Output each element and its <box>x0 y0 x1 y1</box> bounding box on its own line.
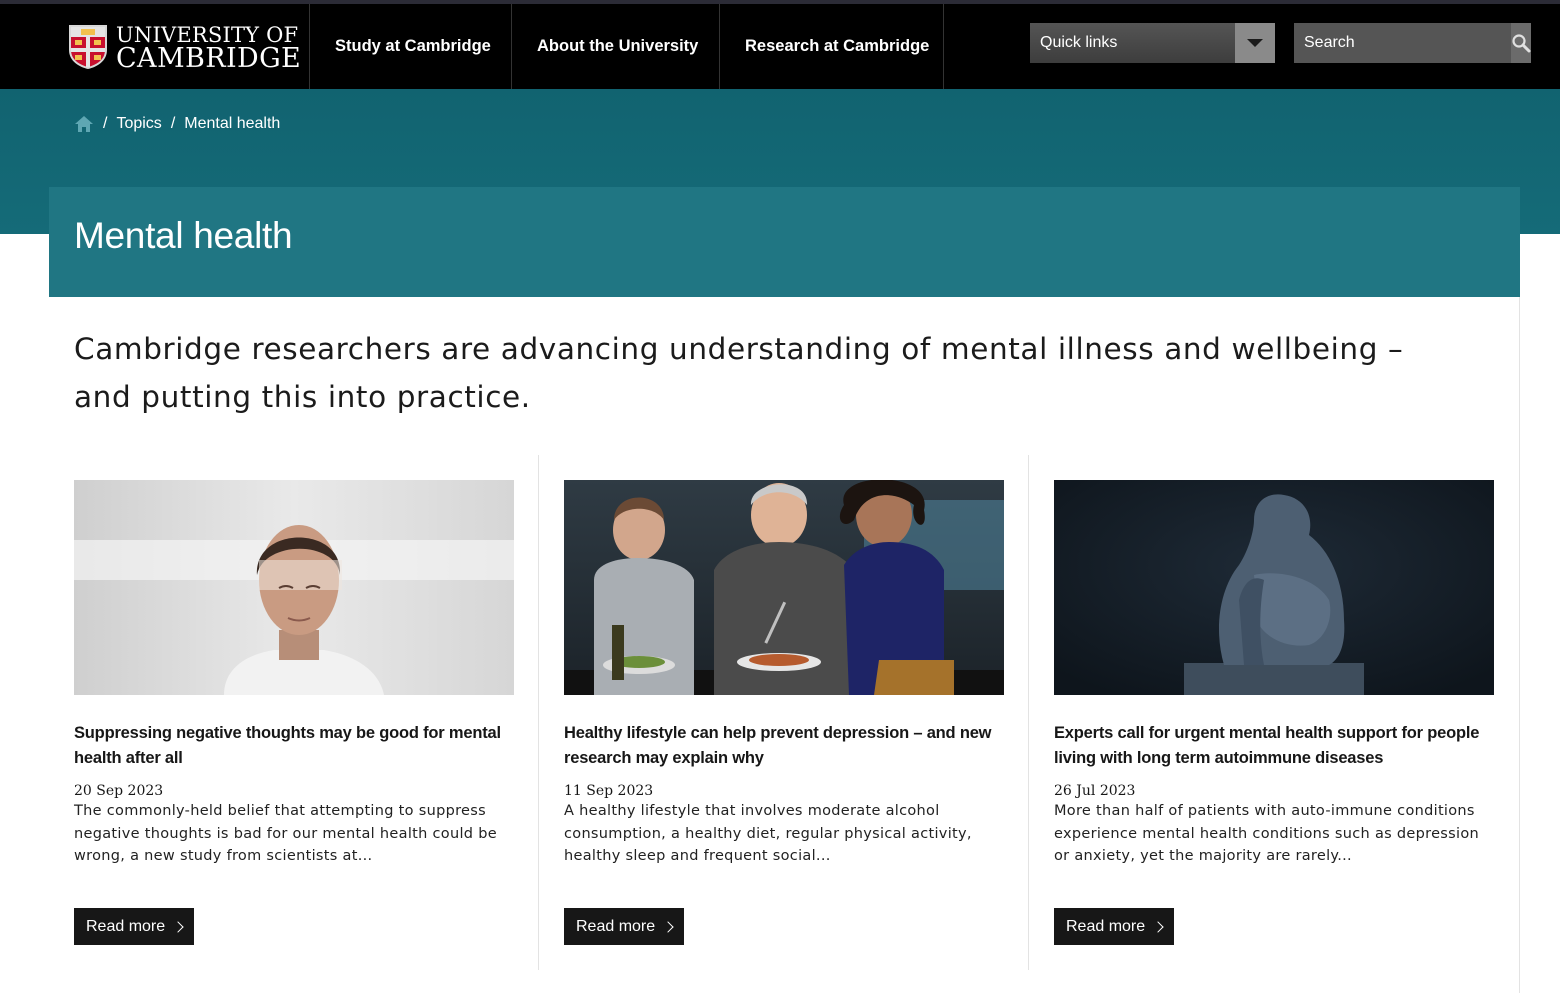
chevron-right-icon <box>662 920 674 933</box>
chevron-down-icon[interactable] <box>1235 23 1275 63</box>
content-border <box>1519 297 1520 993</box>
home-icon[interactable] <box>74 115 94 133</box>
card-date: 11 Sep 2023 <box>564 783 654 799</box>
card-divider <box>538 455 539 970</box>
chevron-right-icon <box>172 920 184 933</box>
breadcrumb-separator: / <box>103 115 108 132</box>
university-logo[interactable]: UNIVERSITY OF CAMBRIDGE <box>68 22 301 72</box>
card-date: 26 Jul 2023 <box>1054 783 1136 799</box>
chevron-right-icon <box>1152 920 1164 933</box>
search-button[interactable] <box>1511 23 1531 63</box>
nav-about-the-university[interactable]: About the University <box>511 4 719 89</box>
people-cooking-image[interactable] <box>564 480 1004 695</box>
card-excerpt: More than half of patients with auto-imm… <box>1054 803 1479 864</box>
statue-figure-image[interactable] <box>1054 480 1494 695</box>
search-icon <box>1512 34 1531 53</box>
intro-text: Cambridge researchers are advancing unde… <box>74 332 1404 414</box>
logo-text-line2: CAMBRIDGE <box>116 43 302 74</box>
nav-research-at-cambridge[interactable]: Research at Cambridge <box>719 4 944 89</box>
card-title[interactable]: Suppressing negative thoughts may be goo… <box>74 721 514 771</box>
card-date: 20 Sep 2023 <box>74 783 164 799</box>
page-title: Mental health <box>74 215 293 256</box>
woman-eyes-closed-image[interactable] <box>74 480 514 695</box>
page-title-panel: Mental health <box>49 187 1520 297</box>
card-title[interactable]: Experts call for urgent mental health su… <box>1054 721 1494 771</box>
card-title[interactable]: Healthy lifestyle can help prevent depre… <box>564 721 1004 771</box>
read-more-button[interactable]: Read more <box>1054 908 1175 945</box>
read-more-button[interactable]: Read more <box>564 908 685 945</box>
breadcrumb-separator: / <box>170 115 176 132</box>
breadcrumb: / Topics / Mental health <box>74 115 280 133</box>
quick-links-dropdown[interactable]: Quick links <box>1030 23 1275 63</box>
card-excerpt: A healthy lifestyle that involves modera… <box>564 803 972 864</box>
read-more-label: Read more <box>86 917 166 935</box>
news-card: Experts call for urgent mental health su… <box>1054 480 1494 945</box>
cambridge-shield-icon <box>69 25 107 69</box>
read-more-button[interactable]: Read more <box>74 908 195 945</box>
search-input[interactable] <box>1294 23 1511 63</box>
main-nav: Study at Cambridge About the University … <box>309 4 944 89</box>
breadcrumb-topics[interactable]: Topics <box>116 115 161 133</box>
read-more-label: Read more <box>576 917 656 935</box>
card-excerpt: The commonly-held belief that attempting… <box>74 803 497 864</box>
news-card: Suppressing negative thoughts may be goo… <box>74 480 514 945</box>
quick-links-label: Quick links <box>1040 34 1118 51</box>
site-header: UNIVERSITY OF CAMBRIDGE Study at Cambrid… <box>0 4 1560 89</box>
breadcrumb-mental-health[interactable]: Mental health <box>184 115 280 133</box>
news-card: Healthy lifestyle can help prevent depre… <box>564 480 1004 945</box>
read-more-label: Read more <box>1066 917 1146 935</box>
card-divider <box>1028 455 1029 970</box>
search-box <box>1294 23 1531 63</box>
nav-study-at-cambridge[interactable]: Study at Cambridge <box>309 4 511 89</box>
